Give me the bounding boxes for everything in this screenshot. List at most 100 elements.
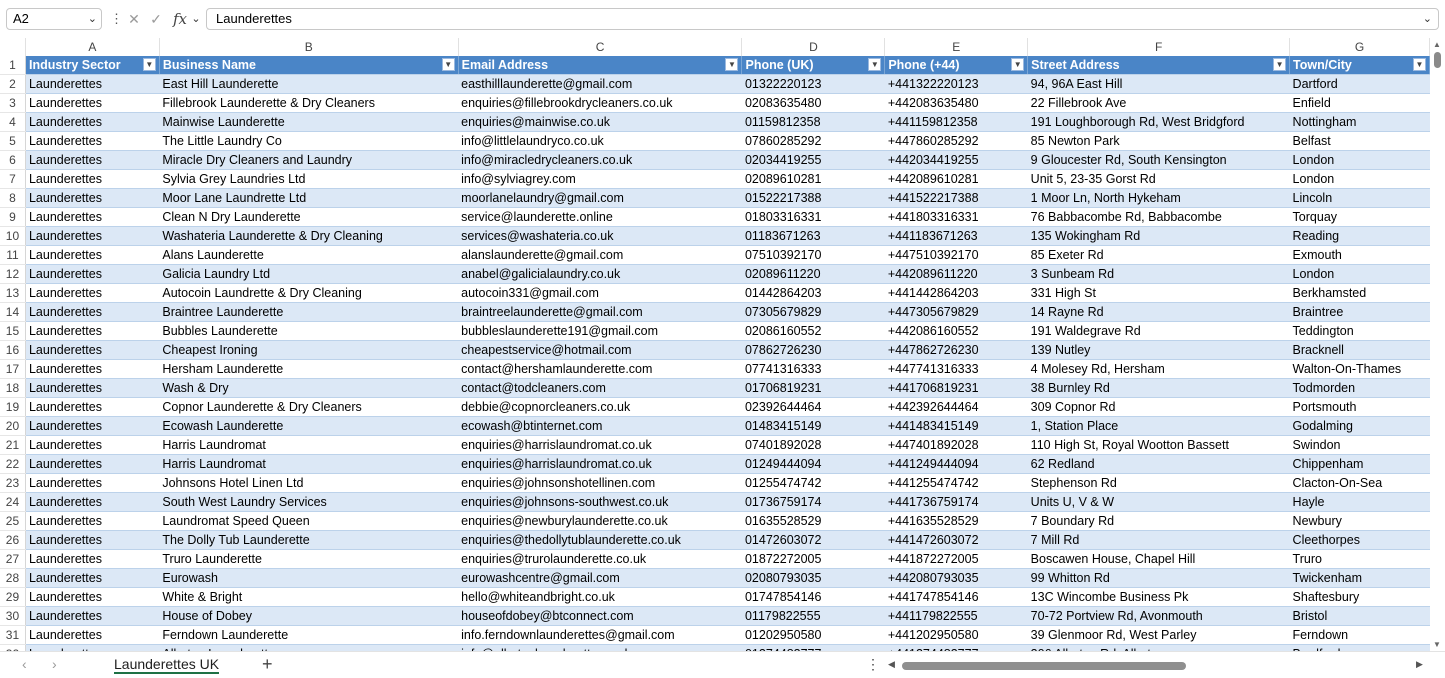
cell[interactable]: +447862726230 xyxy=(884,340,1028,360)
enter-check-icon[interactable]: ✓ xyxy=(146,9,166,29)
cell[interactable]: Truro Launderette xyxy=(159,549,459,569)
cell[interactable]: Ecowash Launderette xyxy=(159,416,459,436)
row-number[interactable]: 31 xyxy=(0,625,26,645)
cell[interactable]: Launderettes xyxy=(25,150,160,170)
cell[interactable]: Nottingham xyxy=(1289,112,1430,132)
cell[interactable]: ecowash@btinternet.com xyxy=(458,416,742,436)
cell[interactable]: 02034419255 xyxy=(741,150,885,170)
cell[interactable]: +442089611220 xyxy=(884,264,1028,284)
cell[interactable]: 38 Burnley Rd xyxy=(1027,378,1290,398)
cell[interactable]: +441472603072 xyxy=(884,530,1028,550)
cell[interactable]: Harris Laundromat xyxy=(159,435,459,455)
cell[interactable]: Ferndown Launderette xyxy=(159,625,459,645)
header-cell[interactable]: Industry Sector ▼ xyxy=(25,56,160,75)
cell[interactable]: info.ferndownlaunderettes@gmail.com xyxy=(458,625,742,645)
cell[interactable]: 07510392170 xyxy=(741,245,885,265)
cell[interactable]: +447305679829 xyxy=(884,302,1028,322)
row-number[interactable]: 25 xyxy=(0,511,26,531)
cell[interactable]: +441159812358 xyxy=(884,112,1028,132)
cell[interactable]: Godalming xyxy=(1289,416,1430,436)
column-header-g[interactable]: G xyxy=(1289,38,1430,56)
cell[interactable]: moorlanelaundry@gmail.com xyxy=(458,188,742,208)
cell[interactable]: Galicia Laundry Ltd xyxy=(159,264,459,284)
cell[interactable]: Truro xyxy=(1289,549,1430,569)
cell[interactable]: Copnor Launderette & Dry Cleaners xyxy=(159,397,459,417)
cell[interactable]: Newbury xyxy=(1289,511,1430,531)
cell[interactable]: Launderettes xyxy=(25,302,160,322)
cell[interactable]: Autocoin Laundrette & Dry Cleaning xyxy=(159,283,459,303)
cell[interactable]: enquiries@thedollytublaunderette.co.uk xyxy=(458,530,742,550)
cell[interactable]: Launderettes xyxy=(25,625,160,645)
row-number[interactable]: 8 xyxy=(0,188,26,208)
row-number[interactable]: 23 xyxy=(0,473,26,493)
cell[interactable]: Launderettes xyxy=(25,245,160,265)
scroll-up-icon[interactable]: ▲ xyxy=(1433,40,1441,49)
cell[interactable]: 01249444094 xyxy=(741,454,885,474)
cell[interactable]: enquiries@mainwise.co.uk xyxy=(458,112,742,132)
row-number[interactable]: 18 xyxy=(0,378,26,398)
vertical-scrollbar[interactable]: ▲ ▼ xyxy=(1430,38,1445,651)
cell[interactable]: Torquay xyxy=(1289,207,1430,227)
cell[interactable]: +442034419255 xyxy=(884,150,1028,170)
cell[interactable]: 9 Gloucester Rd, South Kensington xyxy=(1027,150,1290,170)
row-number[interactable]: 12 xyxy=(0,264,26,284)
cell[interactable]: 07741316333 xyxy=(741,359,885,379)
column-header-e[interactable]: E xyxy=(884,38,1029,56)
cell[interactable]: 01706819231 xyxy=(741,378,885,398)
column-header-a[interactable]: A xyxy=(25,38,160,56)
cell[interactable]: Mainwise Launderette xyxy=(159,112,459,132)
horizontal-scroll-thumb[interactable] xyxy=(902,662,1186,670)
cell[interactable]: Teddington xyxy=(1289,321,1430,341)
cell[interactable]: Launderettes xyxy=(25,264,160,284)
cell[interactable]: Launderettes xyxy=(25,416,160,436)
next-sheet-icon[interactable]: › xyxy=(52,656,57,672)
row-number[interactable]: 1 xyxy=(0,56,26,75)
cell[interactable]: Launderettes xyxy=(25,188,160,208)
cell[interactable]: Berkhamsted xyxy=(1289,283,1430,303)
cell[interactable]: Braintree Launderette xyxy=(159,302,459,322)
cell[interactable]: +442392644464 xyxy=(884,397,1028,417)
row-number[interactable]: 4 xyxy=(0,112,26,132)
cell[interactable]: debbie@copnorcleaners.co.uk xyxy=(458,397,742,417)
cell[interactable]: easthilllaunderette@gmail.com xyxy=(458,74,742,94)
cell[interactable]: Launderettes xyxy=(25,606,160,626)
cell[interactable]: Washateria Launderette & Dry Cleaning xyxy=(159,226,459,246)
row-number[interactable]: 26 xyxy=(0,530,26,550)
cell[interactable]: The Little Laundry Co xyxy=(159,131,459,151)
cell[interactable]: Harris Laundromat xyxy=(159,454,459,474)
cell[interactable]: Hayle xyxy=(1289,492,1430,512)
filter-dropdown-icon[interactable]: ▼ xyxy=(725,58,739,71)
sheet-tab-launderettes-uk[interactable]: Launderettes UK xyxy=(106,652,228,676)
cell[interactable]: houseofdobey@btconnect.com xyxy=(458,606,742,626)
cell[interactable]: Sylvia Grey Laundries Ltd xyxy=(159,169,459,189)
cell[interactable]: 1 Moor Ln, North Hykeham xyxy=(1027,188,1290,208)
cell[interactable]: Bracknell xyxy=(1289,340,1430,360)
cell[interactable]: 01872272005 xyxy=(741,549,885,569)
cell[interactable]: 02089610281 xyxy=(741,169,885,189)
cell[interactable]: info@sylviagrey.com xyxy=(458,169,742,189)
cell[interactable]: 01803316331 xyxy=(741,207,885,227)
row-number[interactable]: 21 xyxy=(0,435,26,455)
cell[interactable]: House of Dobey xyxy=(159,606,459,626)
column-header-c[interactable]: C xyxy=(458,38,743,56)
vertical-scroll-thumb[interactable] xyxy=(1434,52,1441,68)
cell[interactable]: Johnsons Hotel Linen Ltd xyxy=(159,473,459,493)
cell[interactable]: 85 Exeter Rd xyxy=(1027,245,1290,265)
cell[interactable]: 01255474742 xyxy=(741,473,885,493)
cell[interactable]: Enfield xyxy=(1289,93,1430,113)
cell[interactable]: Launderettes xyxy=(25,568,160,588)
cell[interactable]: +441635528529 xyxy=(884,511,1028,531)
cell[interactable]: Launderettes xyxy=(25,131,160,151)
cell[interactable]: Launderettes xyxy=(25,473,160,493)
cell[interactable]: Belfast xyxy=(1289,131,1430,151)
row-number[interactable]: 27 xyxy=(0,549,26,569)
column-header-d[interactable]: D xyxy=(741,38,886,56)
scroll-left-icon[interactable]: ◀ xyxy=(888,659,895,670)
row-number[interactable]: 3 xyxy=(0,93,26,113)
row-number[interactable]: 2 xyxy=(0,74,26,94)
column-header-f[interactable]: F xyxy=(1027,38,1291,56)
filter-dropdown-icon[interactable]: ▼ xyxy=(142,58,156,71)
column-header-b[interactable]: B xyxy=(159,38,459,56)
cell[interactable]: Swindon xyxy=(1289,435,1430,455)
cell[interactable]: 85 Newton Park xyxy=(1027,131,1290,151)
